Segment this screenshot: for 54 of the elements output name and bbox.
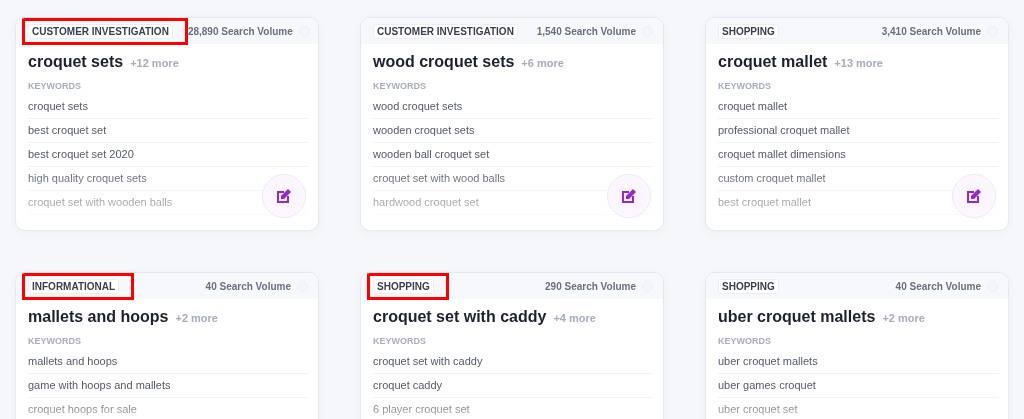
card-title: croquet sets: [28, 53, 124, 71]
intent-tag: SHOPPING: [718, 23, 779, 39]
keyword-item: croquet mallet: [714, 95, 998, 119]
keyword-item: croquet hoops for sale: [24, 398, 308, 419]
card-title: wood croquet sets: [373, 53, 515, 71]
intent-tag: INFORMATIONAL: [28, 278, 120, 294]
keyword-item: uber croquet set: [714, 398, 998, 419]
more-count: +4 more: [553, 312, 596, 324]
search-volume: 40 Search Volume: [205, 280, 291, 292]
keyword-item: croquet set with caddy: [369, 350, 653, 374]
keywords-label: KEYWORDS: [28, 81, 82, 91]
keywords-label: KEYWORDS: [373, 81, 427, 91]
keyword-item: best croquet set: [24, 119, 308, 143]
more-count: +6 more: [521, 57, 564, 69]
more-count: +2 more: [175, 312, 218, 324]
intent-tag: CUSTOMER INVESTIGATION: [373, 23, 518, 39]
keyword-item: wood croquet sets: [369, 95, 653, 119]
keyword-item: 6 player croquet set: [369, 398, 653, 419]
card-title: mallets and hoops: [28, 308, 169, 326]
keyword-item: wooden croquet sets: [369, 119, 653, 143]
search-volume: 290 Search Volume: [545, 280, 636, 292]
card-title: croquet set with caddy: [373, 308, 547, 326]
keyword-item: game with hoops and mallets: [24, 374, 308, 398]
more-count: +13 more: [834, 57, 883, 69]
card-title: uber croquet mallets: [718, 308, 876, 326]
edit-icon: [966, 188, 982, 204]
intent-tag: SHOPPING: [373, 278, 434, 294]
keyword-item: mallets and hoops: [24, 350, 308, 374]
keywords-label: KEYWORDS: [373, 336, 427, 346]
keywords-label: KEYWORDS: [28, 336, 82, 346]
edit-button[interactable]: [262, 174, 306, 218]
keywords-label: KEYWORDS: [718, 336, 772, 346]
intent-tag: SHOPPING: [718, 278, 779, 294]
card-title: croquet mallet: [718, 53, 828, 71]
keyword-item: wooden ball croquet set: [369, 143, 653, 167]
search-volume: 3,410 Search Volume: [881, 25, 981, 37]
more-count: +2 more: [882, 312, 925, 324]
edit-button[interactable]: [607, 174, 651, 218]
keyword-item: uber games croquet: [714, 374, 998, 398]
search-volume: 40 Search Volume: [895, 280, 981, 292]
keyword-item: best croquet set 2020: [24, 143, 308, 167]
edit-icon: [276, 188, 292, 204]
keyword-item: croquet caddy: [369, 374, 653, 398]
keyword-item: professional croquet mallet: [714, 119, 998, 143]
search-volume: 28,890 Search Volume: [187, 25, 293, 37]
edit-icon: [621, 188, 637, 204]
edit-button[interactable]: [952, 174, 996, 218]
keyword-item: croquet sets: [24, 95, 308, 119]
more-count: +12 more: [130, 57, 179, 69]
keyword-item: croquet mallet dimensions: [714, 143, 998, 167]
intent-tag: CUSTOMER INVESTIGATION: [28, 23, 173, 39]
search-volume: 1,540 Search Volume: [536, 25, 636, 37]
keyword-item: uber croquet mallets: [714, 350, 998, 374]
keywords-label: KEYWORDS: [718, 81, 772, 91]
